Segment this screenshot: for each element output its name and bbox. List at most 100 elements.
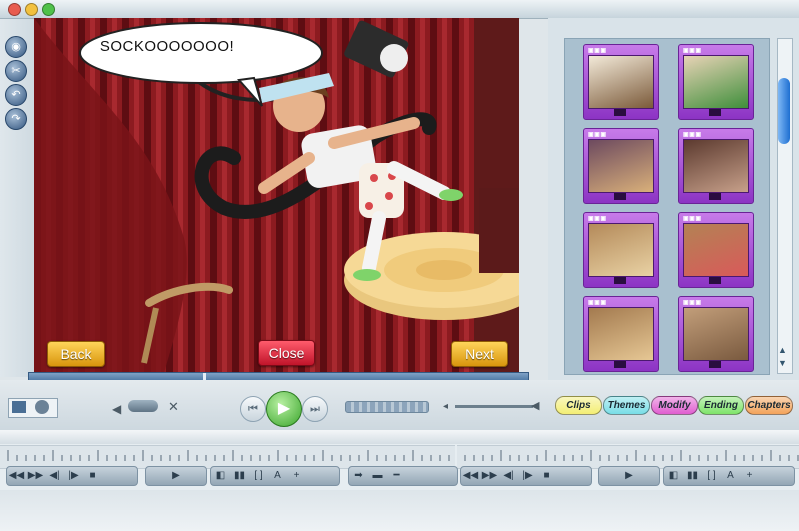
next-button[interactable]: Next <box>451 341 508 367</box>
timeline-transport-left[interactable]: ◀◀ ▶▶ ◀| |▶ ■ <box>6 466 138 486</box>
fastforward-track-icon[interactable]: ▶▶ <box>26 467 45 485</box>
ending-tab[interactable]: Ending <box>698 396 744 415</box>
thumbnail-tag-icon <box>709 361 721 368</box>
thumbnail-image <box>683 55 749 109</box>
timeline-play-left[interactable]: ▶ <box>145 466 207 486</box>
rewind-button[interactable]: ⏮ <box>240 396 266 422</box>
thumbnail-header: ▣▣▣ <box>683 300 702 306</box>
thumbnail-header: ▣▣▣ <box>683 48 702 54</box>
clip-thumbnail[interactable]: ▣▣▣ <box>678 212 754 288</box>
timeline-play-right[interactable]: ▶ <box>598 466 660 486</box>
timeline-header <box>0 430 799 444</box>
rewind-track-icon-2[interactable]: ◀◀ <box>461 467 480 485</box>
thumbnail-image <box>683 307 749 361</box>
frame-icon-2[interactable]: [ ] <box>702 467 721 485</box>
stage-scene <box>34 18 519 373</box>
timeline-track-area[interactable] <box>0 490 799 531</box>
thumbnail-header: ▣▣▣ <box>588 300 607 306</box>
thumbnail-header: ▣▣▣ <box>588 132 607 138</box>
scroll-up-icon[interactable]: ▲ <box>778 345 787 355</box>
modify-tab[interactable]: Modify <box>651 396 698 415</box>
close-window-icon[interactable] <box>8 3 21 16</box>
thumbnail-tag-icon <box>614 277 626 284</box>
timeline-edit-left[interactable]: ◧ ▮▮[ ] A + <box>210 466 340 486</box>
thumbnail-header: ▣▣▣ <box>588 216 607 222</box>
play-button[interactable]: ▶ <box>266 391 302 427</box>
block-icon[interactable]: ▬ <box>368 467 387 485</box>
thumbnail-image <box>683 223 749 277</box>
shuffle-icon[interactable]: ✕ <box>168 399 179 415</box>
minimize-window-icon[interactable] <box>25 3 38 16</box>
toggle-switch[interactable] <box>128 400 158 412</box>
settings-view-icon[interactable] <box>35 400 49 414</box>
clip-thumbnail[interactable]: ▣▣▣ <box>678 296 754 372</box>
thumbnail-tag-icon <box>709 277 721 284</box>
thumbnail-tag-icon <box>614 193 626 200</box>
redo-icon[interactable]: ↷ <box>5 108 27 130</box>
clip-thumbnail[interactable]: ▣▣▣ <box>583 128 659 204</box>
timeline-transport-right[interactable]: ◀◀ ▶▶ ◀| |▶ ■ <box>460 466 592 486</box>
prev-frame-icon[interactable]: ◀| <box>45 467 64 485</box>
thumbnail-image <box>588 307 654 361</box>
camera-view-icon[interactable] <box>12 401 26 413</box>
timeline-arrow-tools[interactable]: ➡ ▬ ━ <box>348 466 458 486</box>
split-icon[interactable]: ◧ <box>211 467 230 485</box>
clip-thumbnail[interactable]: ▣▣▣ <box>678 128 754 204</box>
back-button[interactable]: Back <box>47 341 105 367</box>
thumbnail-header: ▣▣▣ <box>588 48 607 54</box>
thumbnail-image <box>588 55 654 109</box>
scroll-down-icon[interactable]: ▼ <box>778 358 787 368</box>
thumbnail-image <box>588 139 654 193</box>
thumbnail-tag-icon <box>709 193 721 200</box>
camera-icon[interactable]: ◉ <box>5 36 27 58</box>
clip-thumbnail[interactable]: ▣▣▣ <box>583 212 659 288</box>
minus-icon[interactable]: ━ <box>387 467 406 485</box>
add-icon-2[interactable]: + <box>740 467 759 485</box>
timeline-edit-right[interactable]: ◧ ▮▮[ ] A + <box>663 466 795 486</box>
chapters-tab[interactable]: Chapters <box>745 396 793 415</box>
stop-icon-2[interactable]: ■ <box>537 467 556 485</box>
next-frame-icon-2[interactable]: |▶ <box>518 467 537 485</box>
scissors-icon[interactable]: ✂ <box>5 60 27 82</box>
zoom-window-icon[interactable] <box>42 3 55 16</box>
clip-scrollbar-thumb[interactable] <box>778 78 790 145</box>
thumbnail-tag-icon <box>614 361 626 368</box>
themes-tab[interactable]: Themes <box>603 396 650 415</box>
frame-icon[interactable]: [ ] <box>249 467 268 485</box>
forward-button[interactable]: ⏭ <box>302 396 328 422</box>
undo-icon[interactable]: ↶ <box>5 84 27 106</box>
speaker-small-icon: ◀ <box>112 402 122 416</box>
volume-high-icon: ◀ <box>531 400 540 412</box>
clip-thumbnail[interactable]: ▣▣▣ <box>678 44 754 120</box>
prev-frame-icon-2[interactable]: ◀| <box>499 467 518 485</box>
clip-thumbnail[interactable]: ▣▣▣ <box>583 296 659 372</box>
volume-slider[interactable] <box>455 405 533 408</box>
arrow-right-icon[interactable]: ➡ <box>349 467 368 485</box>
fastforward-track-icon-2[interactable]: ▶▶ <box>480 467 499 485</box>
split-icon-2[interactable]: ◧ <box>664 467 683 485</box>
clip-thumbnail[interactable]: ▣▣▣ <box>583 44 659 120</box>
layout-icon[interactable]: ▮▮ <box>230 467 249 485</box>
close-button[interactable]: Close <box>258 340 315 366</box>
thumbnail-tag-icon <box>709 109 721 116</box>
text-icon-2[interactable]: A <box>721 467 740 485</box>
play-track-icon-2[interactable]: ▶ <box>620 467 639 485</box>
text-icon[interactable]: A <box>268 467 287 485</box>
speech-bubble-text: SOCKOOOOOOO! <box>99 38 235 55</box>
layout-icon-2[interactable]: ▮▮ <box>683 467 702 485</box>
next-frame-icon[interactable]: |▶ <box>64 467 83 485</box>
playback-progress[interactable] <box>345 401 429 413</box>
clips-tab[interactable]: Clips <box>555 396 602 415</box>
rewind-track-icon[interactable]: ◀◀ <box>7 467 26 485</box>
thumbnail-image <box>588 223 654 277</box>
title-bar <box>0 0 799 19</box>
thumbnail-header: ▣▣▣ <box>683 132 702 138</box>
add-icon[interactable]: + <box>287 467 306 485</box>
timeline-ticks <box>7 450 799 461</box>
play-track-icon[interactable]: ▶ <box>167 467 186 485</box>
animation-stage <box>34 18 519 373</box>
thumbnail-tag-icon <box>614 109 626 116</box>
stop-icon[interactable]: ■ <box>83 467 102 485</box>
thumbnail-image <box>683 139 749 193</box>
volume-low-icon: ◂ <box>443 401 449 412</box>
